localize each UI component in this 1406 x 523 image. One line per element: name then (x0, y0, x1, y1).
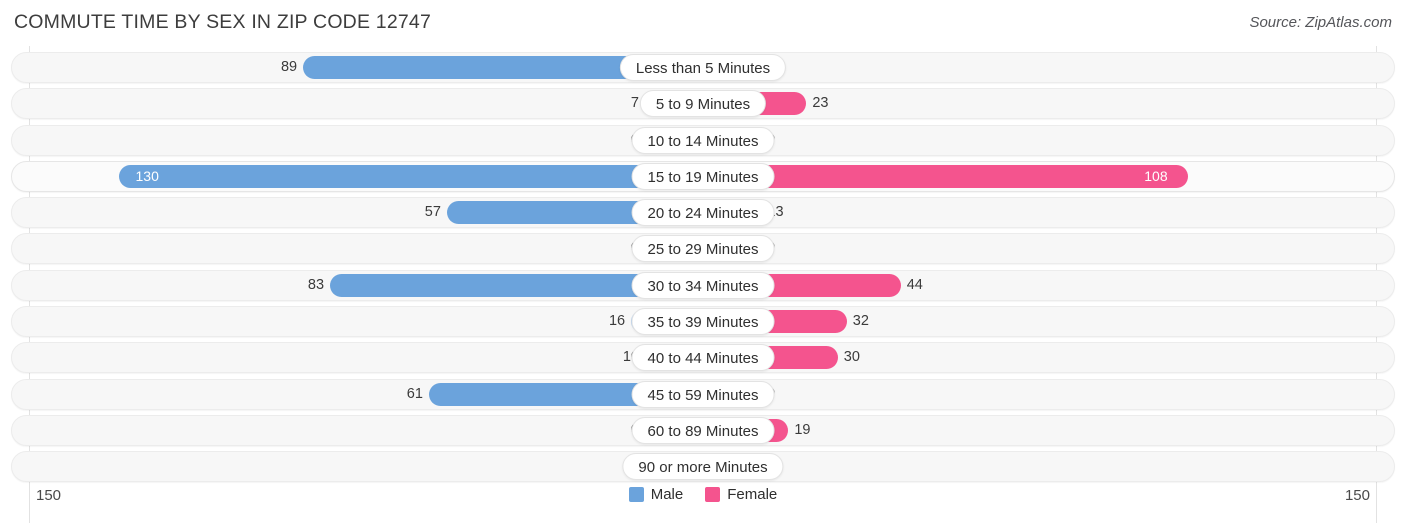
category-label-pill[interactable]: 10 to 14 Minutes (631, 126, 775, 154)
category-label-pill[interactable]: 20 to 24 Minutes (631, 199, 775, 227)
value-label-male: 89 (280, 59, 298, 75)
chart-legend: Male Female (0, 486, 1406, 503)
value-label-female: 30 (843, 349, 860, 366)
chart-plot-area: 890Less than 5 Minutes 7 23 5 to 9 Minutes 0… (0, 46, 1406, 523)
category-label-pill[interactable]: 40 to 44 Minutes (631, 344, 775, 372)
legend-item[interactable]: Female (705, 486, 777, 503)
legend-item[interactable]: Male (628, 486, 684, 503)
category-label-pill[interactable]: 45 to 59 Minutes (631, 380, 775, 408)
legend-label: Male (650, 486, 684, 503)
chart-header: COMMUTE TIME BY SEX IN ZIP CODE 12747 So… (0, 0, 1406, 46)
legend-swatch-icon (705, 487, 721, 502)
table-row[interactable]: 0025 to 29 Minutes (0, 231, 1406, 267)
table-row[interactable]: 01960 to 89 Minutes (0, 413, 1406, 449)
category-label-pill[interactable]: 35 to 39 Minutes (631, 308, 775, 336)
value-label-female: 23 (812, 95, 829, 112)
category-label-pill[interactable]: 5 to 9 Minutes (639, 90, 767, 118)
table-row[interactable]: 57 13 20 to 24 Minutes (0, 195, 1406, 231)
table-row[interactable]: 103040 to 44 Minutes (0, 340, 1406, 376)
category-label-pill[interactable]: Less than 5 Minutes (619, 54, 787, 81)
legend-label: Female (727, 486, 778, 503)
value-label-male: 57 (424, 204, 441, 221)
table-row[interactable]: 0010 to 14 Minutes (0, 123, 1406, 159)
value-label-female: 108 (1144, 167, 1168, 184)
table-row[interactable]: 16 32 35 to 39 Minutes (0, 304, 1406, 340)
bar-female[interactable] (703, 164, 1189, 188)
value-label-male: 130 (135, 167, 159, 184)
category-label-pill[interactable]: 30 to 34 Minutes (631, 271, 775, 299)
category-label-pill[interactable]: 25 to 29 Minutes (631, 235, 775, 263)
value-label-female: 19 (794, 421, 811, 438)
bar-row-list: 890Less than 5 Minutes 7 23 5 to 9 Minutes 0… (0, 50, 1406, 486)
chart-footer: 150 150 Male Female (0, 483, 1406, 523)
table-row[interactable]: 61045 to 59 Minutes (0, 377, 1406, 413)
category-label-pill[interactable]: 90 or more Minutes (622, 453, 784, 481)
table-row[interactable]: 83 44 30 to 34 Minutes (0, 268, 1406, 304)
page-title: COMMUTE TIME BY SEX IN ZIP CODE 12747 (14, 11, 432, 33)
source-attribution: Source: ZipAtlas.com (1249, 14, 1392, 31)
table-row[interactable]: 890Less than 5 Minutes (0, 50, 1406, 86)
value-label-male: 16 (608, 313, 626, 330)
category-label-pill[interactable]: 60 to 89 Minutes (631, 416, 775, 444)
value-label-male: 83 (307, 276, 325, 293)
bar-male[interactable] (118, 164, 703, 188)
value-label-male: 61 (406, 385, 423, 402)
table-row[interactable]: 0090 or more Minutes (0, 449, 1406, 485)
category-label-pill[interactable]: 15 to 19 Minutes (631, 162, 775, 190)
value-label-female: 32 (852, 313, 869, 330)
value-label-male: 7 (630, 95, 639, 112)
value-label-female: 44 (906, 276, 923, 293)
legend-swatch-icon (628, 487, 644, 502)
table-row[interactable]: 7 23 5 to 9 Minutes (0, 86, 1406, 122)
table-row[interactable]: 130 108 15 to 19 Minutes (0, 159, 1406, 195)
